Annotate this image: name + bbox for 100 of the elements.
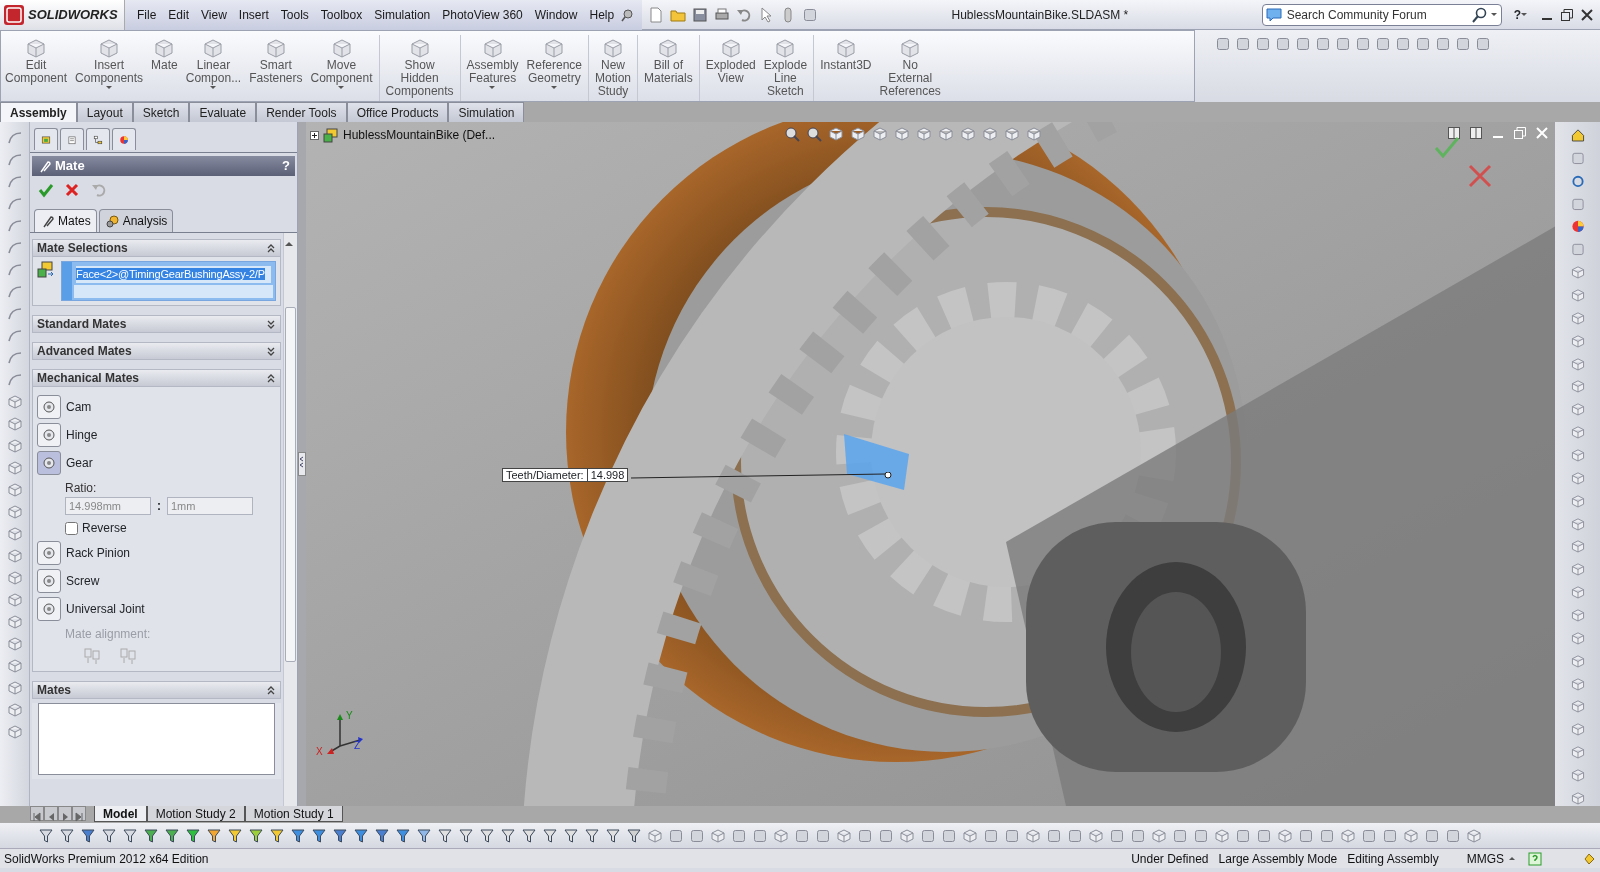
filter-icon[interactable] — [269, 827, 285, 844]
toolbar-icon[interactable] — [1215, 36, 1231, 52]
view-tool-icon[interactable] — [916, 126, 932, 142]
command-tab[interactable]: Assembly — [0, 102, 77, 122]
ok-check-icon[interactable] — [1434, 136, 1460, 158]
caret-up-icon[interactable] — [1509, 856, 1516, 861]
sketch-tool-icon[interactable] — [6, 262, 23, 278]
cube-icon[interactable] — [6, 636, 23, 652]
toolbar-icon[interactable] — [689, 827, 705, 844]
cube-icon[interactable] — [6, 416, 23, 432]
mates-list[interactable] — [38, 703, 275, 775]
cube-icon[interactable] — [1340, 827, 1356, 844]
toolbar-icon[interactable] — [1395, 36, 1411, 52]
filter-icon[interactable] — [101, 827, 117, 844]
cancel-x-icon[interactable] — [1468, 164, 1492, 188]
chevron-icon[interactable] — [266, 318, 276, 330]
filter-icon[interactable] — [290, 827, 306, 844]
toolbar-icon[interactable] — [1455, 36, 1471, 52]
caret-icon[interactable] — [105, 85, 113, 90]
command-button[interactable]: New Motion Study — [591, 35, 635, 100]
toolbar-icon[interactable] — [1445, 827, 1461, 844]
caret-icon[interactable] — [550, 85, 558, 90]
filter-icon[interactable] — [59, 827, 75, 844]
cube-icon[interactable] — [6, 592, 23, 608]
cube-icon[interactable] — [1569, 402, 1586, 418]
callout-value[interactable]: 14.998 — [586, 469, 628, 481]
cube-icon[interactable] — [6, 438, 23, 454]
toolbar-icon[interactable] — [1298, 827, 1314, 844]
toolbar-icon[interactable] — [815, 827, 831, 844]
cube-icon[interactable] — [1569, 379, 1586, 395]
view-tool-icon[interactable] — [828, 126, 844, 142]
toolbar-icon[interactable] — [1172, 827, 1188, 844]
cube-icon[interactable] — [1569, 356, 1586, 372]
cube-icon[interactable] — [1569, 470, 1586, 486]
command-tab[interactable]: Layout — [76, 102, 133, 122]
cube-icon[interactable] — [6, 460, 23, 476]
toolbar-icon[interactable] — [1315, 36, 1331, 52]
zoom-icon[interactable] — [784, 126, 800, 142]
cube-icon[interactable] — [710, 827, 726, 844]
help-button[interactable]: ? — [282, 156, 290, 176]
print-icon[interactable] — [714, 6, 731, 23]
command-tab[interactable]: Evaluate — [189, 102, 257, 122]
caret-icon[interactable] — [209, 85, 217, 90]
cube-icon[interactable] — [1569, 448, 1586, 463]
filter-icon[interactable] — [248, 827, 264, 844]
toolbar-icon[interactable] — [1424, 827, 1440, 844]
filter-icon[interactable] — [185, 827, 201, 844]
filter-icon[interactable] — [353, 827, 369, 844]
command-button[interactable]: Explode Line Sketch — [759, 35, 812, 100]
panel-tab[interactable]: Analysis — [98, 209, 174, 232]
toolbar-icon[interactable] — [1109, 827, 1125, 844]
ok-check-icon[interactable] — [38, 182, 54, 198]
filter-icon[interactable] — [542, 827, 558, 844]
section-header[interactable]: Standard Mates — [32, 315, 281, 333]
filter-icon[interactable] — [500, 827, 516, 844]
sketch-tool-icon[interactable] — [6, 196, 23, 212]
study-tab[interactable]: Model — [94, 806, 147, 822]
filter-icon[interactable] — [584, 827, 600, 844]
mate-type-button[interactable] — [37, 569, 61, 593]
help-button[interactable]: ? — [1513, 5, 1521, 24]
command-button[interactable]: Move Component — [306, 35, 377, 92]
mate-type-button[interactable] — [37, 423, 61, 447]
cube-icon[interactable] — [1025, 827, 1041, 844]
caret-icon[interactable] — [1521, 12, 1528, 17]
toolbar-icon[interactable] — [1475, 36, 1491, 52]
search-input[interactable]: Search Community Forum — [1284, 4, 1469, 25]
mate-type-button[interactable] — [37, 395, 61, 419]
filter-icon[interactable] — [605, 827, 621, 844]
cube-icon[interactable] — [6, 702, 23, 718]
command-tab[interactable]: Render Tools — [256, 102, 347, 122]
tab-scroll-button[interactable] — [72, 806, 86, 821]
cube-icon[interactable] — [836, 827, 852, 844]
command-tab[interactable]: Simulation — [448, 102, 525, 122]
cube-icon[interactable] — [1569, 768, 1586, 783]
toolbar-icon[interactable] — [1335, 36, 1351, 52]
command-button[interactable]: Insert Components — [71, 35, 148, 92]
section-header[interactable]: Advanced Mates — [32, 342, 281, 360]
cube-icon[interactable] — [6, 614, 23, 630]
cube-icon[interactable] — [1569, 539, 1586, 555]
cube-icon[interactable] — [6, 548, 23, 564]
chevron-icon[interactable] — [266, 684, 276, 696]
cube-icon[interactable] — [1569, 653, 1586, 669]
menu-item[interactable]: Simulation — [368, 5, 437, 24]
cube-icon[interactable] — [1569, 425, 1586, 441]
section-header[interactable]: Mate Selections — [32, 239, 281, 257]
toolbar-icon[interactable] — [794, 827, 810, 844]
scroll-up-icon[interactable] — [284, 241, 294, 247]
sketch-tool-icon[interactable] — [6, 174, 23, 190]
mate-type-button[interactable] — [37, 451, 61, 475]
toolbar-icon[interactable] — [1004, 827, 1020, 844]
help-icon[interactable] — [1528, 851, 1542, 866]
cube-icon[interactable] — [1569, 333, 1586, 349]
sketch-tool-icon[interactable] — [6, 306, 23, 322]
command-button[interactable]: Instant3D — [816, 35, 876, 74]
cube-icon[interactable] — [6, 482, 23, 498]
cube-icon[interactable] — [1569, 585, 1586, 601]
view-tool-icon[interactable] — [850, 126, 866, 142]
save-icon[interactable] — [692, 6, 709, 23]
command-tab[interactable]: Office Products — [346, 102, 449, 122]
caret-icon[interactable] — [1490, 12, 1498, 17]
